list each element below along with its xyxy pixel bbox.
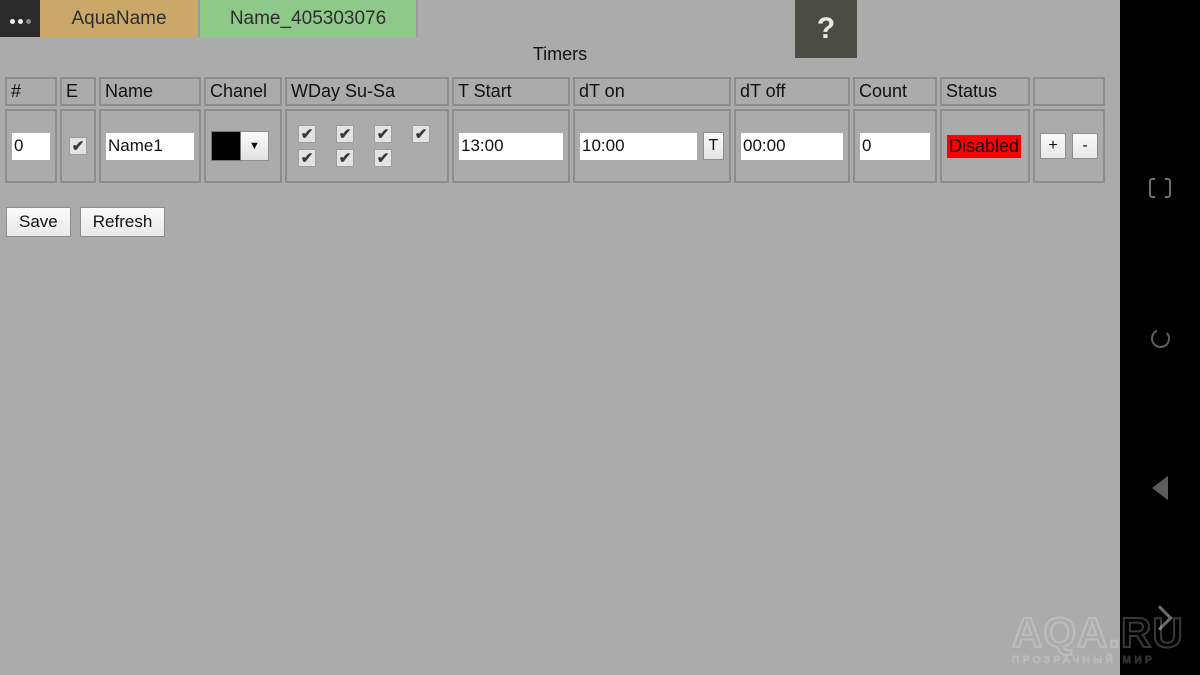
chanel-selector[interactable]: ▼ [211, 131, 275, 161]
header-enable: E [60, 77, 96, 106]
menu-dot [9, 19, 15, 24]
weekday-checkbox-fr[interactable] [336, 149, 354, 167]
menu-dot [25, 19, 31, 24]
fullscreen-icon [1149, 176, 1171, 200]
cell-actions: + - [1033, 109, 1105, 183]
page-title: Timers [532, 44, 588, 64]
cell-status: Disabled [940, 109, 1030, 183]
app-content: AquaName Name_405303076 ? Timers # E Nam… [0, 0, 1120, 675]
screen: AquaName Name_405303076 ? Timers # E Nam… [0, 0, 1200, 675]
weekday-checkbox-we[interactable] [412, 125, 430, 143]
weekday-checkbox-th[interactable] [298, 149, 316, 167]
android-nav-bar [1120, 0, 1200, 675]
cell-dton: T [573, 109, 731, 183]
header-wday: WDay Su-Sa [285, 77, 449, 106]
nav-back-button[interactable] [1120, 472, 1200, 504]
header-name: Name [99, 77, 201, 106]
header-dtoff: dT off [734, 77, 850, 106]
refresh-button[interactable]: Refresh [79, 207, 166, 237]
weekday-checkbox-grid [292, 123, 442, 169]
t-start-input[interactable] [459, 132, 563, 160]
header-actions [1033, 77, 1105, 106]
cell-dtoff [734, 109, 850, 183]
dt-on-input[interactable] [580, 132, 697, 160]
timer-index-input[interactable] [12, 132, 50, 160]
question-mark-icon: ? [816, 12, 836, 45]
dt-off-input[interactable] [741, 132, 843, 160]
status-badge: Disabled [947, 134, 1022, 158]
chevron-down-icon[interactable]: ▼ [241, 131, 269, 161]
cell-tstart [452, 109, 570, 183]
footer-actions: Save Refresh [6, 207, 166, 237]
cell-num [5, 109, 57, 183]
header-count: Count [853, 77, 937, 106]
cell-name [99, 109, 201, 183]
cell-count [853, 109, 937, 183]
table-row: ▼ [5, 109, 1105, 183]
nav-fullscreen-button[interactable] [1120, 172, 1200, 204]
dt-on-row: T [580, 132, 724, 160]
add-row-button[interactable]: + [1040, 133, 1066, 159]
header-status: Status [940, 77, 1030, 106]
row-actions: + - [1040, 133, 1098, 159]
header-tstart: T Start [452, 77, 570, 106]
nav-forward-button[interactable] [1120, 602, 1200, 634]
header-num: # [5, 77, 57, 106]
timers-table: # E Name Chanel WDay Su-Sa T Start dT on… [2, 74, 1108, 186]
weekday-checkbox-su[interactable] [298, 125, 316, 143]
save-button[interactable]: Save [6, 207, 71, 237]
rotate-icon [1150, 327, 1170, 348]
tab-label: Name_405303076 [229, 7, 387, 29]
browser-tab-aquaname[interactable]: AquaName [40, 0, 200, 37]
kebab-menu-icon[interactable] [0, 0, 40, 37]
cell-enable [60, 109, 96, 183]
timer-name-input[interactable] [106, 132, 194, 160]
header-chanel: Chanel [204, 77, 282, 106]
dt-on-t-button[interactable]: T [702, 132, 724, 160]
weekday-checkbox-tu[interactable] [374, 125, 392, 143]
tab-label: AquaName [71, 7, 167, 29]
browser-tab-name-405303076[interactable]: Name_405303076 [200, 0, 418, 37]
cell-wday [285, 109, 449, 183]
menu-dot [17, 19, 23, 24]
enable-checkbox[interactable] [69, 137, 87, 155]
back-icon [1152, 476, 1168, 500]
weekday-checkbox-mo[interactable] [336, 125, 354, 143]
forward-icon [1147, 605, 1173, 631]
remove-row-button[interactable]: - [1072, 133, 1098, 159]
enable-wrap [67, 137, 89, 155]
count-input[interactable] [860, 132, 930, 160]
header-dton: dT on [573, 77, 731, 106]
cell-chanel: ▼ [204, 109, 282, 183]
table-header-row: # E Name Chanel WDay Su-Sa T Start dT on… [5, 77, 1105, 106]
browser-tab-strip: AquaName Name_405303076 [0, 0, 1120, 37]
chanel-color-swatch [211, 131, 241, 161]
weekday-checkbox-sa[interactable] [374, 149, 392, 167]
nav-rotate-button[interactable] [1120, 322, 1200, 354]
